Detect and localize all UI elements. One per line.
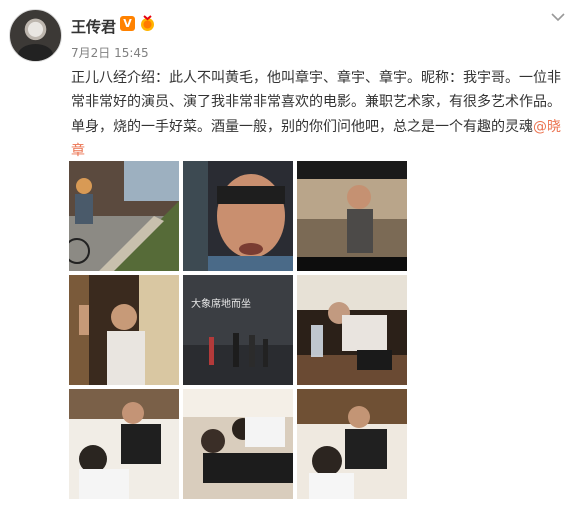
photo-grid: 大象席地而坐 bbox=[69, 161, 408, 501]
photo-5-movie-poster[interactable]: 大象席地而坐 bbox=[183, 275, 293, 385]
post-text: 正儿八经介绍：此人不叫黄毛，他叫章宇、章宇、章宇。昵称：我宇哥。一位非常非常好的… bbox=[71, 66, 563, 164]
photo-6[interactable] bbox=[297, 275, 407, 385]
username[interactable]: 王传君 bbox=[71, 16, 116, 37]
photo-2[interactable] bbox=[183, 161, 293, 271]
poster-title: 大象席地而坐 bbox=[191, 297, 251, 310]
medal-icon bbox=[141, 15, 154, 31]
photo-7[interactable] bbox=[69, 389, 179, 499]
photo-4[interactable] bbox=[69, 275, 179, 385]
photo-1[interactable] bbox=[69, 161, 179, 271]
photo-9[interactable] bbox=[297, 389, 407, 499]
post-timestamp[interactable]: 7月2日 15:45 bbox=[71, 44, 149, 61]
chevron-down-icon[interactable] bbox=[551, 12, 565, 22]
post-body: 正儿八经介绍：此人不叫黄毛，他叫章宇、章宇、章宇。昵称：我宇哥。一位非常非常好的… bbox=[71, 70, 561, 135]
verified-badge: V bbox=[120, 16, 135, 31]
photo-8[interactable] bbox=[183, 389, 293, 499]
photo-3[interactable] bbox=[297, 161, 407, 271]
avatar[interactable] bbox=[9, 9, 62, 62]
